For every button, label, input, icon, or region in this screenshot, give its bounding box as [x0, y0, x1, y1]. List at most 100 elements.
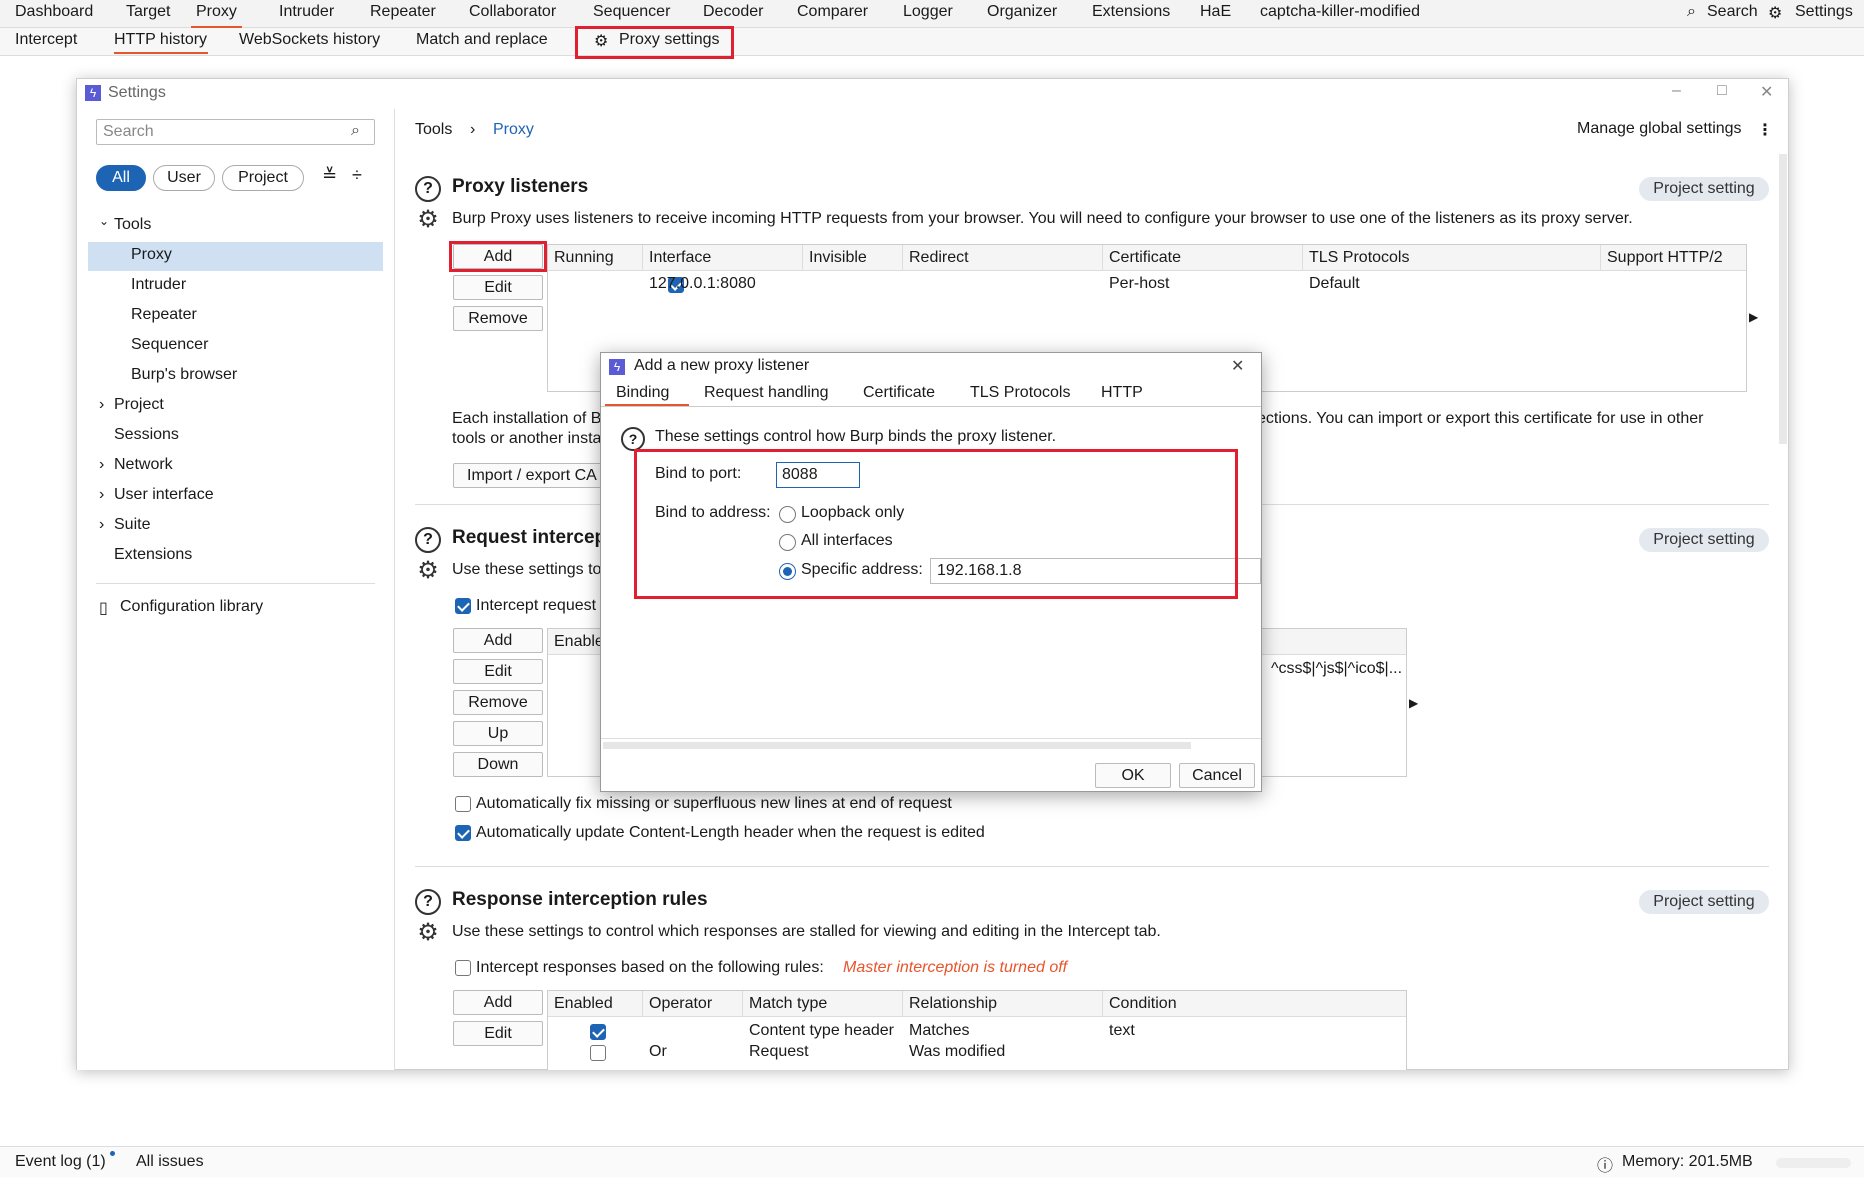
- col-relationship[interactable]: Relationship: [903, 991, 1103, 1017]
- event-log-link[interactable]: Event log (1): [15, 1153, 106, 1171]
- minimize-icon[interactable]: –: [1672, 82, 1681, 100]
- subtab-http-history[interactable]: HTTP history: [114, 31, 207, 49]
- tab-dashboard[interactable]: Dashboard: [15, 3, 93, 21]
- tab-repeater[interactable]: Repeater: [370, 3, 436, 21]
- help-icon[interactable]: ?: [415, 176, 441, 202]
- tree-sessions[interactable]: Sessions: [114, 426, 179, 444]
- tree-sequencer[interactable]: Sequencer: [131, 336, 208, 354]
- chevron-right-icon[interactable]: ›: [99, 456, 104, 474]
- col-match-type[interactable]: Match type: [743, 991, 903, 1017]
- tree-user-interface[interactable]: User interface: [114, 486, 214, 504]
- tab-intruder[interactable]: Intruder: [279, 3, 334, 21]
- tree-suite[interactable]: Suite: [114, 516, 150, 534]
- col-operator[interactable]: Operator: [643, 991, 743, 1017]
- col-enabled[interactable]: Enabled: [548, 991, 643, 1017]
- configuration-library-link[interactable]: Configuration library: [120, 598, 263, 616]
- help-icon[interactable]: ?: [415, 527, 441, 553]
- tab-collaborator[interactable]: Collaborator: [469, 3, 556, 21]
- tab-sequencer[interactable]: Sequencer: [593, 3, 670, 21]
- gear-icon[interactable]: ⚙: [415, 558, 441, 584]
- scroll-right-icon[interactable]: ▶: [1409, 696, 1418, 710]
- tab-organizer[interactable]: Organizer: [987, 3, 1057, 21]
- help-icon[interactable]: ?: [415, 889, 441, 915]
- filter-user[interactable]: User: [153, 165, 215, 191]
- manage-global-settings[interactable]: Manage global settings: [1577, 120, 1742, 138]
- gear-icon[interactable]: ⚙: [1768, 3, 1782, 23]
- breadcrumb-tools[interactable]: Tools: [415, 121, 452, 139]
- col-interface[interactable]: Interface: [643, 245, 803, 271]
- horizontal-scrollbar[interactable]: [603, 742, 1191, 749]
- filter-all[interactable]: All: [96, 165, 146, 191]
- help-icon[interactable]: ?: [621, 427, 645, 451]
- settings-search-input[interactable]: Search ⌕: [96, 119, 375, 145]
- tree-network[interactable]: Network: [114, 456, 173, 474]
- collapse-all-icon[interactable]: ÷: [352, 165, 362, 186]
- subtab-websockets-history[interactable]: WebSockets history: [239, 31, 380, 49]
- close-icon[interactable]: ✕: [1760, 82, 1773, 102]
- gear-icon[interactable]: ⚙: [415, 207, 441, 233]
- dialog-tab-tls-protocols[interactable]: TLS Protocols: [970, 384, 1070, 402]
- chevron-down-icon[interactable]: ⌄: [99, 214, 109, 228]
- tree-extensions[interactable]: Extensions: [114, 546, 192, 564]
- maximize-icon[interactable]: □: [1717, 82, 1727, 100]
- gear-icon[interactable]: ⚙: [415, 920, 441, 946]
- chevron-right-icon[interactable]: ›: [99, 486, 104, 504]
- remove-listener-button[interactable]: Remove: [453, 306, 543, 331]
- import-export-ca-button[interactable]: Import / export CA: [453, 463, 603, 488]
- subtab-match-replace[interactable]: Match and replace: [416, 31, 548, 49]
- rule-enabled-checkbox[interactable]: [590, 1024, 606, 1040]
- tree-tools[interactable]: Tools: [114, 216, 151, 234]
- dialog-tab-certificate[interactable]: Certificate: [863, 384, 935, 402]
- add-rule-button[interactable]: Add: [453, 628, 543, 653]
- col-invisible[interactable]: Invisible: [803, 245, 903, 271]
- ok-button[interactable]: OK: [1095, 763, 1171, 788]
- tab-hae[interactable]: HaE: [1200, 3, 1231, 21]
- more-options-icon[interactable]: ⋮: [1757, 120, 1773, 140]
- tree-intruder[interactable]: Intruder: [131, 276, 186, 294]
- tree-repeater[interactable]: Repeater: [131, 306, 197, 324]
- tree-burps-browser[interactable]: Burp's browser: [131, 366, 237, 384]
- col-certificate[interactable]: Certificate: [1103, 245, 1303, 271]
- global-settings-label[interactable]: Settings: [1795, 3, 1853, 21]
- breadcrumb-proxy[interactable]: Proxy: [493, 121, 534, 139]
- edit-listener-button[interactable]: Edit: [453, 275, 543, 300]
- col-running[interactable]: Running: [548, 245, 643, 271]
- remove-rule-button[interactable]: Remove: [453, 690, 543, 715]
- rule-enabled-checkbox[interactable]: [590, 1045, 606, 1061]
- edit-response-rule-button[interactable]: Edit: [453, 1021, 543, 1046]
- chevron-right-icon[interactable]: ›: [99, 516, 104, 534]
- filter-project[interactable]: Project: [222, 165, 304, 191]
- tab-target[interactable]: Target: [126, 3, 170, 21]
- close-icon[interactable]: ✕: [1231, 356, 1244, 376]
- tab-captcha-killer[interactable]: captcha-killer-modified: [1260, 3, 1420, 21]
- dialog-tab-http[interactable]: HTTP: [1101, 384, 1143, 402]
- tab-extensions[interactable]: Extensions: [1092, 3, 1170, 21]
- col-redirect[interactable]: Redirect: [903, 245, 1103, 271]
- expand-all-icon[interactable]: ≚: [322, 165, 337, 186]
- edit-rule-button[interactable]: Edit: [453, 659, 543, 684]
- update-length-checkbox[interactable]: [455, 825, 471, 841]
- tab-decoder[interactable]: Decoder: [703, 3, 763, 21]
- chevron-right-icon[interactable]: ›: [99, 396, 104, 414]
- up-rule-button[interactable]: Up: [453, 721, 543, 746]
- fix-newlines-checkbox[interactable]: [455, 796, 471, 812]
- col-condition[interactable]: Condition: [1103, 991, 1406, 1017]
- intercept-requests-checkbox[interactable]: [455, 598, 471, 614]
- tree-proxy[interactable]: Proxy: [131, 246, 172, 264]
- global-search-label[interactable]: Search: [1707, 3, 1758, 21]
- add-response-rule-button[interactable]: Add: [453, 990, 543, 1015]
- cancel-button[interactable]: Cancel: [1179, 763, 1255, 788]
- subtab-intercept[interactable]: Intercept: [15, 31, 77, 49]
- tab-proxy[interactable]: Proxy: [191, 3, 242, 28]
- dialog-tab-binding[interactable]: Binding: [616, 384, 669, 402]
- search-icon[interactable]: ⌕: [1687, 3, 1696, 21]
- all-issues-link[interactable]: All issues: [136, 1153, 204, 1171]
- scrollbar[interactable]: [1779, 154, 1787, 444]
- tab-logger[interactable]: Logger: [903, 3, 953, 21]
- tab-comparer[interactable]: Comparer: [797, 3, 868, 21]
- col-support-http2[interactable]: Support HTTP/2: [1601, 245, 1746, 271]
- intercept-responses-checkbox[interactable]: [455, 960, 471, 976]
- tree-project[interactable]: Project: [114, 396, 164, 414]
- scroll-right-icon[interactable]: ▶: [1749, 310, 1758, 324]
- down-rule-button[interactable]: Down: [453, 752, 543, 777]
